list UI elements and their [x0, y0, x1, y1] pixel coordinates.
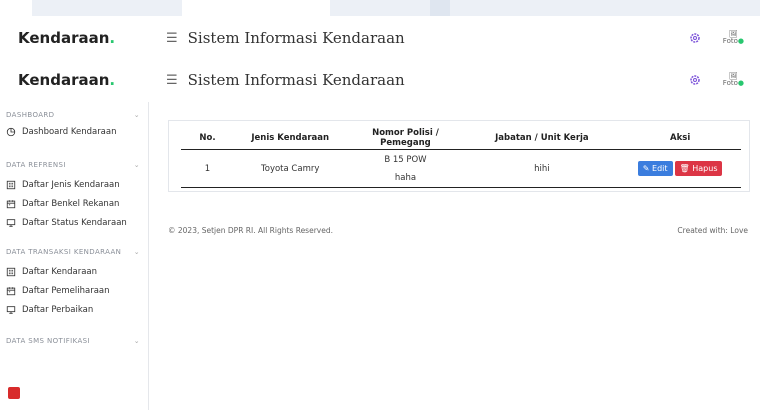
sidebar-item-kendaraan[interactable]: Daftar Kendaraan: [0, 262, 148, 281]
list-icon: [6, 267, 16, 276]
sidebar-item-jenis-kendaraan[interactable]: Daftar Jenis Kendaraan: [0, 175, 148, 194]
sidebar-item-label: Daftar Kendaraan: [22, 266, 98, 277]
sidebar-item-label: Daftar Status Kendaraan: [22, 217, 127, 228]
page-title: Sistem Informasi Kendaraan: [187, 29, 405, 47]
edit-button[interactable]: ✎ Edit: [637, 161, 673, 176]
column-header-jabatan: Jabatan / Unit Kerja: [464, 127, 620, 150]
settings-icon[interactable]: [689, 32, 701, 44]
sidebar-item-label: Daftar Pemeliharaan: [22, 285, 110, 296]
footer-credit: Created with: Love: [677, 226, 748, 235]
column-header-aksi: Aksi: [619, 127, 741, 150]
delete-button[interactable]: 🗑 Hapus: [674, 161, 723, 176]
list-icon: [6, 180, 16, 189]
nomor-polisi: B 15 POW: [384, 154, 427, 165]
sidebar-section-data-transaksi[interactable]: DATA TRANSAKSI KENDARAAN ⌄: [0, 245, 148, 259]
chevron-down-icon: ⌄: [133, 337, 140, 345]
kendaraan-table-card: No. Jenis Kendaraan Nomor Polisi / Pemeg…: [168, 120, 750, 192]
page-title: Sistem Informasi Kendaraan: [187, 71, 405, 89]
pie-chart-icon: [6, 127, 16, 136]
chevron-down-icon: ⌄: [133, 111, 140, 119]
sidebar-item-label: Daftar Jenis Kendaraan: [22, 179, 120, 190]
chevron-down-icon: ⌄: [133, 248, 140, 256]
cell-aksi: ✎ Edit 🗑 Hapus: [619, 150, 741, 188]
settings-icon[interactable]: [689, 74, 701, 86]
sidebar-item-status-kendaraan[interactable]: Daftar Status Kendaraan: [0, 213, 148, 232]
sidebar-item-perbaikan[interactable]: Daftar Perbaikan: [0, 300, 148, 319]
cell-jenis: Toyota Camry: [261, 163, 320, 174]
cell-nomor-polisi: B 15 POW haha: [346, 150, 464, 188]
sidebar-item-benkel-rekanan[interactable]: Daftar Benkel Rekanan: [0, 194, 148, 213]
trash-icon: 🗑: [679, 164, 690, 173]
menu-toggle-icon[interactable]: ☰: [166, 73, 178, 88]
main-content: No. Jenis Kendaraan Nomor Polisi / Pemeg…: [149, 102, 762, 410]
cell-jabatan: hihi: [534, 163, 550, 174]
brand-logo: Kendaraan.: [18, 29, 116, 47]
sidebar: DASHBOARD ⌄ Dashboard Kendaraan DATA REFR…: [0, 102, 149, 410]
pemegang: haha: [394, 172, 417, 183]
cell-no: 1: [204, 163, 211, 174]
table-row: 1 Toyota Camry B 15 POW haha hihi ✎ Edit…: [181, 150, 741, 188]
sidebar-section-dashboard[interactable]: DASHBOARD ⌄: [0, 108, 148, 122]
sidebar-section-sms-notifikasi[interactable]: DATA SMS NOTIFIKASI ⌄: [0, 334, 148, 348]
column-header-jenis: Jenis Kendaraan: [234, 127, 347, 150]
sidebar-section-data-refrensi[interactable]: DATA REFRENSI ⌄: [0, 158, 148, 172]
chevron-down-icon: ⌄: [133, 161, 140, 169]
monitor-icon: [6, 218, 16, 227]
monitor-icon: [6, 305, 16, 314]
edit-icon: ✎: [642, 164, 650, 173]
user-avatar[interactable]: 🖼 Foto●: [723, 31, 744, 45]
column-header-nomor-polisi: Nomor Polisi / Pemegang: [346, 127, 465, 150]
footer-copyright: © 2023, Setjen DPR RI. All Rights Reserv…: [168, 226, 333, 235]
sidebar-item-label: Daftar Benkel Rekanan: [22, 198, 120, 209]
top-header-ghost: Kendaraan. ☰ Sistem Informasi Kendaraan …: [0, 16, 762, 61]
sidebar-item-label: Daftar Perbaikan: [22, 304, 94, 315]
laravel-logo-icon: [8, 387, 20, 399]
calendar-icon: [6, 199, 16, 208]
user-avatar[interactable]: 🖼 Foto●: [723, 73, 744, 87]
sidebar-item-pemeliharaan[interactable]: Daftar Pemeliharaan: [0, 281, 148, 300]
sidebar-item-label: Dashboard Kendaraan: [22, 126, 117, 137]
column-header-no: No.: [181, 127, 235, 150]
kendaraan-table: No. Jenis Kendaraan Nomor Polisi / Pemeg…: [181, 127, 741, 188]
menu-toggle-icon[interactable]: ☰: [166, 31, 178, 46]
calendar-icon: [6, 286, 16, 295]
sidebar-item-dashboard[interactable]: Dashboard Kendaraan: [0, 122, 148, 141]
brand-logo: Kendaraan.: [18, 71, 116, 89]
main-header: Kendaraan. ☰ Sistem Informasi Kendaraan …: [0, 58, 762, 103]
